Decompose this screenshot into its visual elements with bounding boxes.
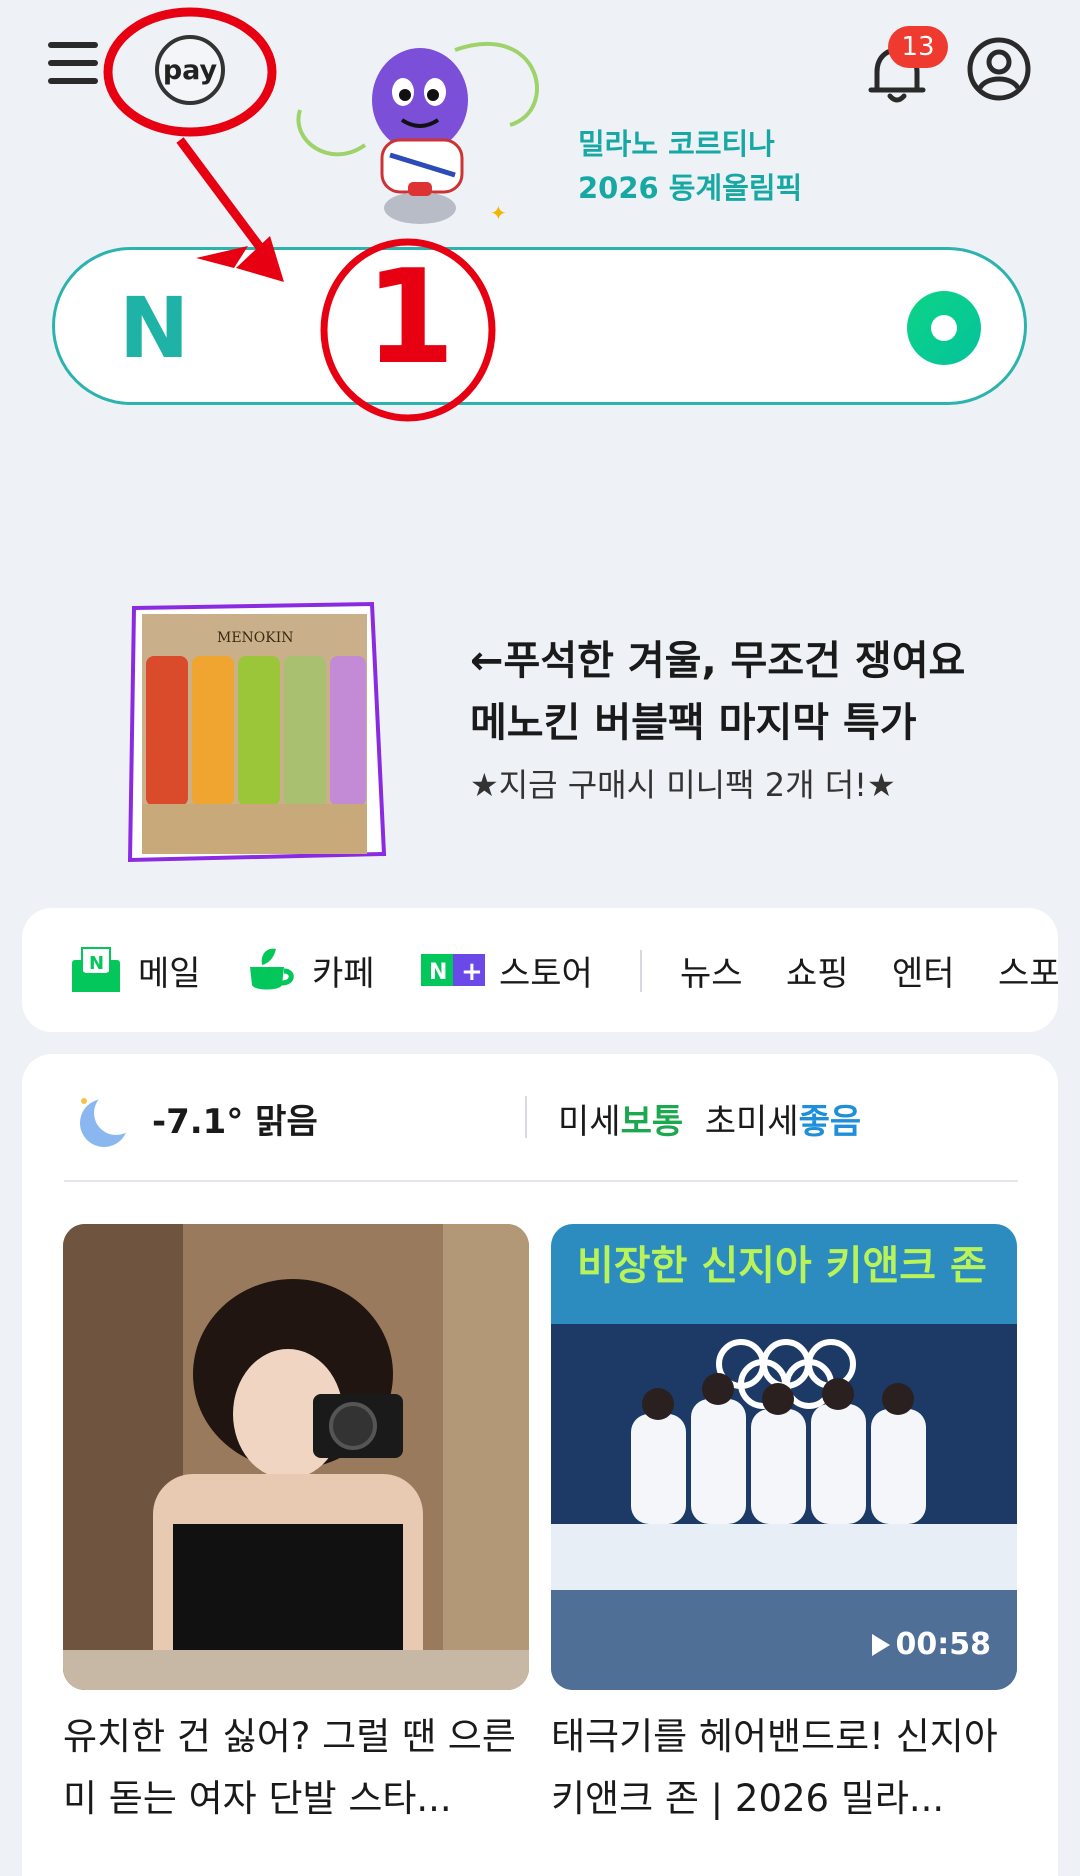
green-dot-lens-button[interactable]: [907, 291, 981, 365]
article-thumbnail[interactable]: [63, 1224, 529, 1690]
svg-text:✦: ✦: [490, 201, 507, 225]
weather-temperature: -7.1° 맑음: [152, 1102, 318, 1142]
svg-text:N: N: [89, 953, 104, 974]
profile-icon[interactable]: [966, 36, 1032, 102]
weather-widget[interactable]: -7.1° 맑음 미세보통 초미세좋음: [22, 1054, 1058, 1184]
nav-news[interactable]: 뉴스: [680, 908, 743, 1032]
nav-shopping[interactable]: 쇼핑: [786, 908, 849, 1032]
pay-button[interactable]: pay: [155, 35, 225, 105]
promo-line1: 밀라노 코르티나: [578, 127, 775, 161]
search-bar[interactable]: N: [52, 247, 1027, 405]
promo-line2: 2026 동계올림픽: [578, 171, 803, 205]
video-duration: 00:58: [872, 1627, 992, 1662]
mail-icon: N: [72, 947, 120, 992]
weather-divider: [525, 1096, 527, 1138]
nav-cafe[interactable]: 카페: [244, 908, 375, 1032]
hamburger-line: [48, 60, 98, 66]
menu-button[interactable]: [48, 42, 104, 92]
nav-store[interactable]: N + 스토어: [421, 908, 593, 1032]
hamburger-line: [48, 78, 98, 84]
ad-headline: ←푸석한 겨울, 무조건 쟁여요: [470, 638, 966, 684]
service-nav: N 메일 카페 N + 스토어 뉴스 쇼핑 엔터 스포: [22, 908, 1058, 1032]
article-caption[interactable]: 유치한 건 싫어? 그럴 땐 으른미 돋는 여자 단발 스타...: [63, 1706, 533, 1830]
nav-news-label: 뉴스: [680, 953, 743, 994]
nav-sports[interactable]: 스포: [998, 908, 1058, 1032]
nav-sports-label: 스포: [998, 953, 1058, 994]
product-image: MENOKIN: [127, 601, 387, 863]
video-overlay-title: 비장한 신지아 키앤크 존: [577, 1243, 987, 1289]
olympic-promo-text[interactable]: 밀라노 코르티나 2026 동계올림픽: [578, 122, 802, 210]
ultrafine-dust-label: 초미세: [704, 1102, 799, 1142]
content-card: -7.1° 맑음 미세보통 초미세좋음 유치한 건 싫어? 그럴 땐 으른미 돋…: [22, 1054, 1058, 1876]
nav-enter[interactable]: 엔터: [892, 908, 955, 1032]
nav-enter-label: 엔터: [892, 953, 955, 994]
video-caption[interactable]: 태극기를 헤어밴드로! 신지아 키앤크 존 | 2026 밀라...: [551, 1706, 1021, 1830]
nav-mail-label: 메일: [138, 953, 201, 994]
divider: [64, 1180, 1018, 1182]
photo-woman-camera: [63, 1224, 529, 1690]
fine-dust-label: 미세: [558, 1102, 621, 1142]
nav-store-label: 스토어: [499, 953, 593, 994]
ultrafine-dust-value: 좋음: [798, 1102, 862, 1142]
notification-badge: 13: [888, 26, 948, 68]
svg-text:N: N: [429, 960, 447, 985]
nav-cafe-label: 카페: [312, 953, 375, 994]
moon-icon: [80, 1091, 132, 1147]
header: pay ✦ ✦ 밀라노 코르티나 2026 동계올림픽 13: [0, 0, 1080, 225]
svg-text:+: +: [461, 957, 483, 987]
olympic-mascot-doodle[interactable]: ✦ ✦: [290, 30, 560, 250]
ad-banner[interactable]: MENOKIN ←푸석한 겨울, 무조건 쟁여요 메노킨 버블팩 마지막 특가 …: [0, 560, 1080, 880]
photo-olympic-kiss-and-cry: 비장한 신지아 키앤크 존: [551, 1224, 1017, 1690]
nav-divider: [640, 950, 642, 992]
ad-description: ★지금 구매시 미니팩 2개 더!★: [470, 766, 896, 804]
nav-shopping-label: 쇼핑: [786, 953, 849, 994]
cafe-icon: [250, 948, 294, 990]
naver-logo: N: [119, 279, 190, 377]
store-icon: N +: [421, 954, 485, 987]
ad-subheadline: 메노킨 버블팩 마지막 특가: [470, 700, 917, 746]
search-input[interactable]: [275, 290, 915, 366]
hamburger-line: [48, 42, 98, 48]
dust-info: 미세보통 초미세좋음: [558, 1094, 861, 1143]
video-thumbnail[interactable]: 비장한 신지아 키앤크 존 00:58: [551, 1224, 1017, 1690]
product-brand: MENOKIN: [217, 630, 294, 646]
fine-dust-value: 보통: [620, 1102, 684, 1142]
nav-mail[interactable]: N 메일: [70, 908, 201, 1032]
